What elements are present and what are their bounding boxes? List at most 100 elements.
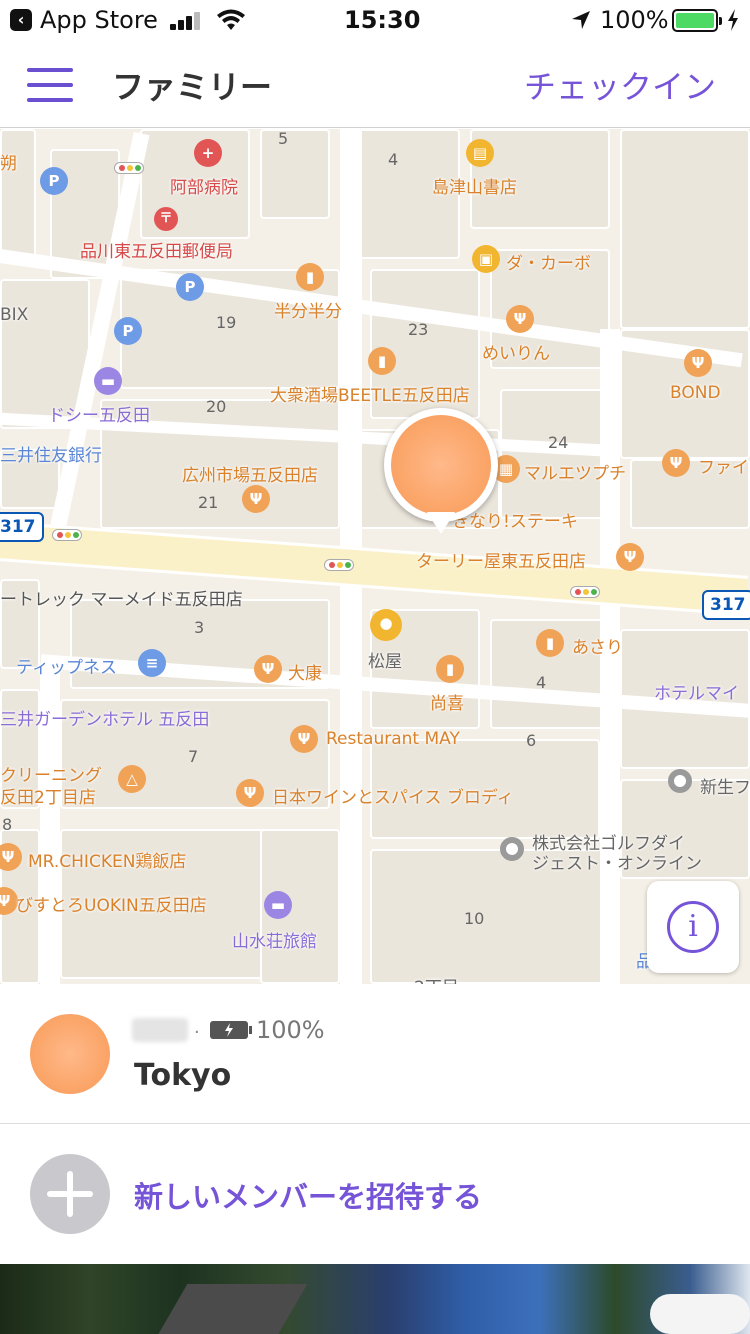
restaurant-icon[interactable]: Ψ	[616, 543, 644, 571]
back-app-label[interactable]: App Store	[40, 6, 158, 34]
map-label[interactable]: 松屋	[368, 647, 402, 672]
clock: 15:30	[344, 6, 421, 34]
map-view[interactable]: 317 317 5 4 19 23 20 24 21 3 4 7 6 8 10 …	[0, 129, 750, 984]
cellular-signal-icon	[170, 12, 204, 30]
member-row[interactable]: · 100% Tokyo	[0, 984, 750, 1124]
bar-icon[interactable]: ▮	[368, 347, 396, 375]
block-number: 7	[188, 747, 199, 766]
status-bar: ‹ App Store 15:30 100%	[0, 0, 750, 42]
restaurant-icon[interactable]: Ψ	[290, 725, 318, 753]
map-label[interactable]: 山水荘旅館	[232, 927, 317, 952]
navigation-bar: ファミリー チェックイン	[0, 42, 750, 128]
restaurant-icon[interactable]: Ψ	[254, 655, 282, 683]
map-label[interactable]: 品川東五反田郵便局	[80, 237, 233, 262]
map-label[interactable]: 阿部病院	[170, 173, 238, 198]
map-label: 朔	[0, 154, 17, 174]
plus-icon	[30, 1154, 110, 1234]
menu-icon[interactable]	[27, 68, 73, 102]
map-label: 2丁目	[414, 973, 459, 984]
map-label: BIX	[0, 305, 29, 325]
avatar	[30, 1014, 110, 1094]
block-number: 21	[198, 493, 219, 512]
block-number: 5	[278, 129, 289, 148]
parking-icon: P	[114, 317, 142, 345]
invite-member-button[interactable]: 新しいメンバーを招待する	[134, 1174, 482, 1216]
bag-icon[interactable]: ▣	[472, 245, 500, 273]
map-label[interactable]: 大康	[288, 659, 322, 684]
route-shield: 317	[0, 512, 44, 542]
map-label[interactable]: ティップネス	[16, 653, 117, 678]
user-location-pin[interactable]	[384, 408, 498, 534]
battery-charging-icon	[210, 1021, 252, 1039]
block-number: 10	[464, 909, 485, 928]
map-label[interactable]: めいりん	[482, 339, 550, 364]
block-number: 23	[408, 320, 429, 339]
info-icon: i	[667, 901, 719, 953]
map-label[interactable]: MR.CHICKEN鶏飯店	[28, 847, 186, 872]
map-label[interactable]: 島津山書店	[432, 173, 517, 198]
photo-banner	[0, 1264, 750, 1334]
bar-icon[interactable]: ▮	[296, 263, 324, 291]
charging-bolt-icon	[728, 9, 738, 31]
gym-icon[interactable]: ≡	[138, 649, 166, 677]
map-label[interactable]: ダ・カーボ	[506, 249, 591, 274]
restaurant-icon[interactable]: Ψ	[242, 485, 270, 513]
hospital-icon[interactable]: +	[194, 139, 222, 167]
battery-icon	[672, 9, 722, 32]
book-icon[interactable]: ▤	[466, 139, 494, 167]
route-shield: 317	[702, 590, 750, 620]
map-label[interactable]: 日本ワインとスパイス ブロディ	[272, 783, 514, 808]
map-label[interactable]: BOND	[670, 383, 721, 403]
place-icon[interactable]	[500, 837, 524, 861]
bar-icon[interactable]: ▮	[436, 655, 464, 683]
block-number: 4	[536, 673, 547, 692]
map-label[interactable]: ターリー屋東五反田店	[416, 547, 586, 572]
map-info-button[interactable]: i	[647, 881, 739, 973]
map-label[interactable]: マルエツプチ	[524, 459, 626, 484]
map-label[interactable]: 反田2丁目店	[0, 783, 96, 808]
invite-member-row[interactable]: 新しいメンバーを招待する	[0, 1124, 750, 1264]
hotel-icon[interactable]: ▬	[94, 367, 122, 395]
member-battery: 100%	[256, 1016, 325, 1044]
map-label[interactable]: 新生フ	[700, 773, 750, 798]
hotel-icon[interactable]: ▬	[264, 891, 292, 919]
parking-icon: P	[176, 273, 204, 301]
separator-dot: ·	[194, 1022, 200, 1043]
map-label[interactable]: 半分半分	[274, 297, 342, 322]
block-number: 20	[206, 397, 227, 416]
map-label[interactable]: 大衆酒場BEETLE五反田店	[270, 381, 470, 406]
matsuya-logo-icon[interactable]: ●	[370, 609, 402, 641]
map-label[interactable]: ジェスト・オンライン	[532, 849, 702, 874]
map-label[interactable]: 尚喜	[430, 689, 464, 714]
place-icon[interactable]	[668, 769, 692, 793]
checkin-button[interactable]: チェックイン	[524, 62, 716, 108]
block-number: 6	[526, 731, 537, 750]
bar-icon[interactable]: ▮	[536, 629, 564, 657]
map-label[interactable]: ホテルマイ	[654, 679, 739, 704]
map-label[interactable]: 三井ガーデンホテル 五反田	[0, 705, 209, 730]
block-number: 19	[216, 313, 237, 332]
parking-icon: P	[40, 167, 68, 195]
restaurant-icon[interactable]: Ψ	[662, 449, 690, 477]
map-label[interactable]: びすとろUOKIN五反田店	[16, 891, 207, 916]
map-label[interactable]: 広州市場五反田店	[182, 461, 318, 486]
block-number: 24	[548, 433, 569, 452]
map-label[interactable]: ファイ	[698, 453, 749, 478]
wifi-icon	[217, 9, 245, 30]
hanger-icon[interactable]: △	[118, 765, 146, 793]
post-office-icon[interactable]: 〒	[154, 207, 178, 231]
block-number: 8	[2, 815, 13, 834]
map-label[interactable]: あさり	[572, 633, 623, 658]
restaurant-icon[interactable]: Ψ	[684, 349, 712, 377]
map-label[interactable]: ドシー五反田	[48, 401, 150, 426]
map-label[interactable]: ートレック マーメイド五反田店	[0, 585, 243, 610]
map-label[interactable]: Restaurant MAY	[326, 729, 460, 749]
member-name-redacted	[132, 1018, 188, 1042]
battery-percent: 100%	[600, 6, 669, 34]
restaurant-icon[interactable]: Ψ	[506, 305, 534, 333]
map-label[interactable]: 三井住友銀行	[0, 441, 102, 466]
member-location: Tokyo	[134, 1058, 232, 1093]
restaurant-icon[interactable]: Ψ	[236, 779, 264, 807]
block-number: 3	[194, 618, 205, 637]
back-arrow-icon[interactable]: ‹	[10, 9, 32, 31]
